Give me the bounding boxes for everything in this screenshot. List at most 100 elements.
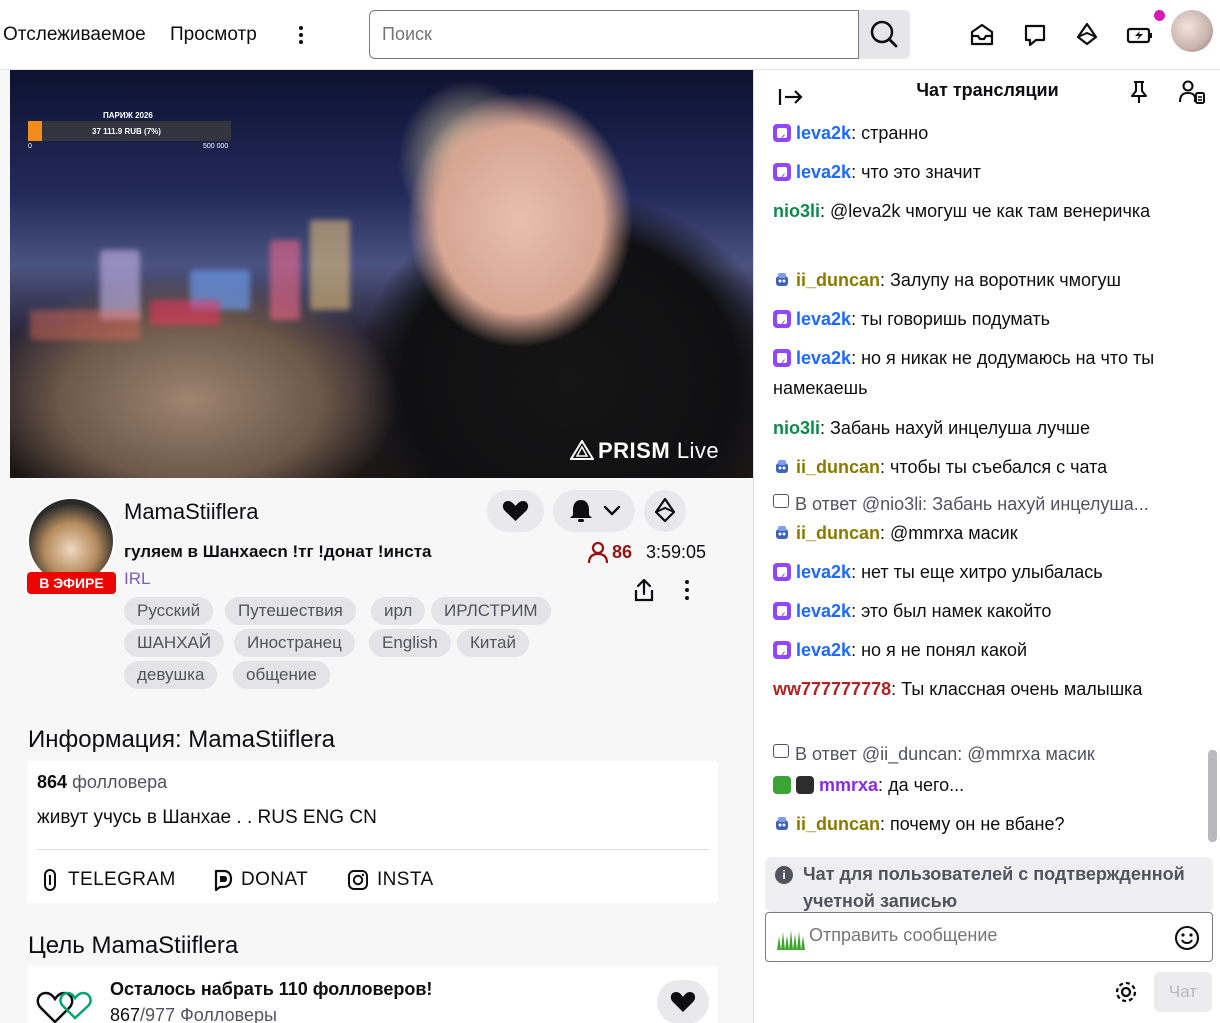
share-icon[interactable] [632, 577, 656, 603]
chat-reply-reference[interactable]: В ответ @nio3li: Забань нахуй инцелуша..… [773, 491, 1203, 517]
prime-battery-icon[interactable] [1125, 20, 1155, 50]
gift-sub-button[interactable] [644, 490, 686, 532]
subscriber-badge-icon[interactable] [773, 123, 791, 153]
chat-username[interactable]: leva2k [796, 601, 851, 621]
tag[interactable]: Иностранец [234, 629, 355, 657]
tag[interactable]: ИРЛСТРИМ [431, 597, 551, 625]
pin-icon[interactable] [1128, 79, 1150, 105]
chat-username[interactable]: leva2k [796, 562, 851, 582]
chat-username[interactable]: ww777777778 [773, 679, 891, 699]
inbox-icon[interactable] [967, 20, 997, 50]
goal-overlay-title: ПАРИЖ 2026 [103, 111, 153, 120]
chat-username[interactable]: mmrxa [819, 775, 878, 795]
chat-message[interactable]: ii_duncan: чтобы ты съебался с чата [773, 452, 1193, 482]
chat-message[interactable]: ii_duncan: почему он не вбане? [773, 809, 1193, 839]
gear-icon[interactable] [1112, 978, 1140, 1006]
bits-icon[interactable] [1072, 20, 1102, 50]
subscriber-badge-icon[interactable] [773, 162, 791, 192]
robot-badge-icon[interactable] [773, 521, 791, 539]
subscriber-badge-icon[interactable] [773, 309, 791, 339]
chat-message-list: leva2k: странно leva2k: что это значит nio… [754, 114, 1220, 859]
chat-message-text: это был намек какойто [856, 601, 1052, 621]
nav-browse-link[interactable]: Просмотр [170, 24, 257, 46]
more-menu-icon[interactable] [290, 20, 312, 50]
subscriber-badge-icon[interactable] [773, 640, 791, 670]
chat-message[interactable]: leva2k: но я не понял какой [773, 635, 1193, 670]
chat-message[interactable]: leva2k: странно [773, 118, 1193, 153]
chat-header: Чат трансляции [754, 70, 1220, 114]
robot-badge-icon[interactable] [773, 812, 791, 830]
sword-badge-icon[interactable] [773, 776, 791, 794]
community-icon[interactable] [1178, 79, 1206, 105]
chat-message[interactable]: ii_duncan: @mmrxa масик [773, 518, 1193, 548]
video-player[interactable]: ПАРИЖ 2026 37 111.9 RUB (7%) 0 500 000 P… [10, 70, 753, 478]
chat-username[interactable]: nio3li [773, 418, 820, 438]
followers-count: 864 [37, 772, 68, 792]
viewer-count: 86 [612, 542, 633, 562]
search-button[interactable] [859, 10, 910, 59]
robot-badge-icon[interactable] [773, 455, 791, 473]
grass-emote-icon [777, 930, 805, 950]
chat-username[interactable]: ii_duncan [796, 457, 880, 477]
chat-message[interactable]: nio3li: Забань нахуй инцелуша лучше [773, 413, 1193, 443]
robot-badge-icon[interactable] [773, 268, 791, 286]
search-input[interactable] [382, 24, 842, 45]
user-avatar[interactable] [1171, 10, 1213, 52]
chat-message[interactable]: leva2k: это был намек какойто [773, 596, 1193, 631]
chat-reply-reference[interactable]: В ответ @ii_duncan: @mmrxa масик [773, 741, 1203, 767]
notifications-button[interactable] [553, 490, 635, 532]
tag[interactable]: Путешествия [225, 597, 356, 625]
chat-message[interactable]: mmrxa: да чего... [773, 770, 1193, 800]
about-title: Информация: MamaStiiflera [28, 726, 335, 754]
chat-message[interactable]: leva2k: нет ты еще хитро улыбалась [773, 557, 1193, 592]
subscriber-badge-icon[interactable] [773, 562, 791, 592]
chat-username[interactable]: nio3li [773, 201, 820, 221]
subscriber-badge-icon[interactable] [773, 348, 791, 378]
tag[interactable]: общение [233, 661, 330, 689]
more-options-icon[interactable] [676, 576, 698, 604]
chat-scrollbar[interactable] [1208, 750, 1217, 842]
chat-message[interactable]: ww777777778: Ты классная очень малышка [773, 674, 1193, 704]
telegram-link[interactable]: TELEGRAM [68, 869, 176, 891]
chat-username[interactable]: leva2k [796, 162, 851, 182]
chat-username[interactable]: leva2k [796, 640, 851, 660]
stream-category-link[interactable]: IRL [124, 569, 150, 589]
chat-message[interactable]: leva2k: что это значит [773, 157, 1193, 192]
chat-message-text: что это значит [856, 162, 981, 182]
chat-username[interactable]: leva2k [796, 309, 851, 329]
chat-username[interactable]: ii_duncan [796, 814, 880, 834]
chat-message[interactable]: nio3li: @leva2k чмогуш че как там венери… [773, 196, 1193, 226]
subscriber-badge-icon[interactable] [773, 601, 791, 631]
notification-dot [1154, 10, 1165, 21]
tag[interactable]: ШАНХАЙ [124, 629, 225, 657]
channel-name[interactable]: MamaStiiflera [124, 499, 258, 525]
chat-send-button[interactable]: Чат [1154, 972, 1212, 1012]
chat-username[interactable]: ii_duncan [796, 270, 880, 290]
chat-notice: i Чат для пользователей с подтвержденной… [765, 857, 1213, 912]
goal-follow-button[interactable] [657, 980, 709, 1023]
crown-badge-icon[interactable] [796, 776, 814, 794]
chat-username[interactable]: leva2k [796, 123, 851, 143]
tag[interactable]: девушка [124, 661, 218, 689]
nav-following-link[interactable]: Отслеживаемое [3, 24, 146, 46]
chat-message[interactable]: ii_duncan: Залупу на воротник чмогуш [773, 265, 1193, 295]
insta-link[interactable]: INSTA [377, 869, 434, 891]
tag[interactable]: English [369, 629, 451, 657]
chat-message-text: да чего... [883, 775, 965, 795]
whispers-icon[interactable] [1020, 20, 1050, 50]
followers-label: фолловера [72, 772, 168, 792]
follow-button[interactable] [487, 490, 544, 532]
chat-username[interactable]: ii_duncan [796, 523, 880, 543]
prism-triangle-icon [569, 439, 595, 460]
chat-input[interactable] [809, 925, 1169, 946]
emoji-picker-icon[interactable] [1174, 925, 1200, 951]
chat-message[interactable]: leva2k: но я никак не додумаюсь на что т… [773, 343, 1193, 403]
tag[interactable]: Китай [457, 629, 529, 657]
donat-link[interactable]: DONAT [241, 869, 308, 891]
live-badge: В ЭФИРЕ [27, 572, 116, 594]
tag[interactable]: Русский [124, 597, 214, 625]
chat-message[interactable]: leva2k: ты говоришь подумать [773, 304, 1193, 339]
chat-username[interactable]: leva2k [796, 348, 851, 368]
tag[interactable]: ирл [371, 597, 426, 625]
goal-unit: Фолловеры [180, 1005, 277, 1023]
